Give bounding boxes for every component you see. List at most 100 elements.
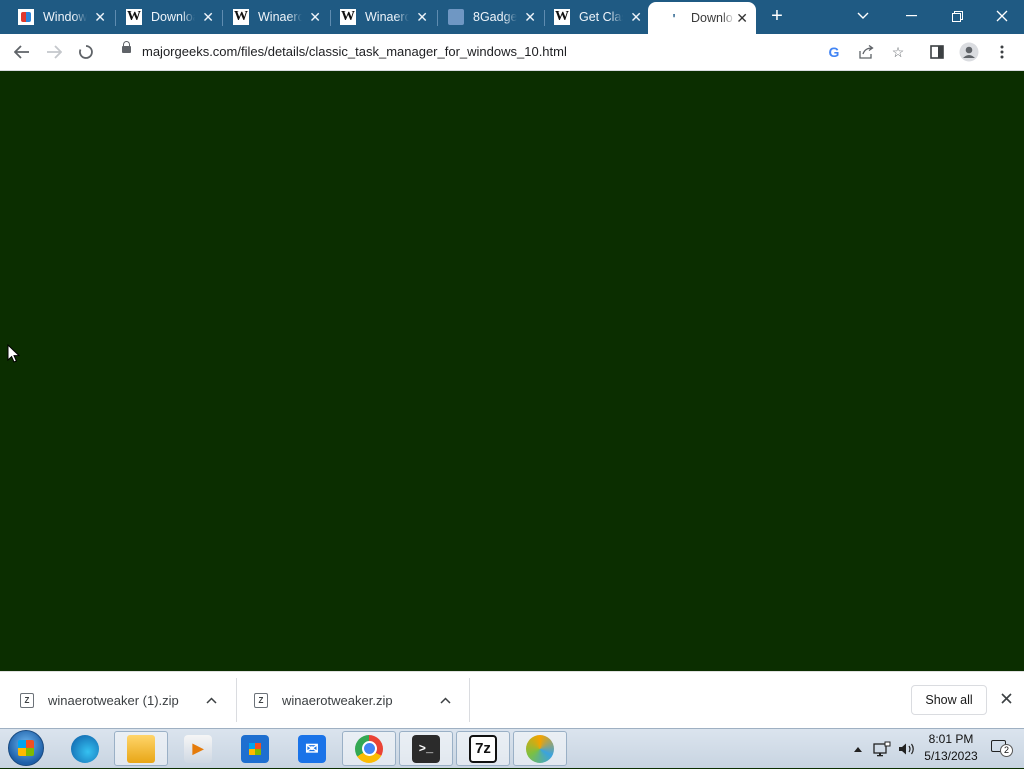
- stop-loading-button[interactable]: [74, 41, 98, 63]
- close-window-button[interactable]: [980, 0, 1024, 32]
- tab-search-button[interactable]: [848, 0, 878, 32]
- back-arrow-icon: [14, 45, 29, 59]
- winaero-w-icon: W: [126, 9, 142, 25]
- taskbar-app-edge[interactable]: [58, 731, 112, 766]
- show-hidden-icons-button[interactable]: [851, 729, 865, 769]
- tab-close-icon[interactable]: ✕: [309, 9, 321, 26]
- address-bar[interactable]: majorgeeks.com/files/details/classic_tas…: [108, 38, 916, 66]
- download-filename: winaerotweaker (1).zip: [48, 692, 179, 708]
- profile-avatar-icon: [959, 42, 979, 62]
- winaero-tweaker-icon: [526, 734, 554, 763]
- zip-file-icon: Z: [254, 692, 268, 708]
- taskbar-app-7zip[interactable]: 7z: [456, 731, 510, 766]
- browser-tab[interactable]: Windows ✕: [0, 2, 114, 32]
- minimize-icon: [905, 15, 917, 17]
- windows-taskbar: ▶ ✉ >_ 7z 8:01 PM 5/13/2023 2: [0, 728, 1024, 768]
- system-clock[interactable]: 8:01 PM 5/13/2023: [920, 731, 982, 765]
- triangle-up-icon: [854, 746, 862, 752]
- tab-close-icon[interactable]: ✕: [416, 9, 428, 26]
- taskbar-app-store[interactable]: [228, 731, 282, 766]
- clock-date: 5/13/2023: [924, 749, 978, 763]
- notification-count-badge: 2: [1000, 744, 1013, 757]
- tab-close-icon[interactable]: ✕: [202, 9, 214, 26]
- gadget-icon: [448, 9, 464, 25]
- zip-file-icon: Z: [20, 692, 34, 708]
- speaker-icon: [899, 743, 914, 755]
- taskbar-app-terminal[interactable]: >_: [399, 731, 453, 766]
- menu-button[interactable]: [990, 41, 1014, 63]
- taskbar-app-mail[interactable]: ✉: [285, 731, 339, 766]
- browser-tab[interactable]: W Download ✕: [108, 2, 222, 32]
- download-separator: [236, 678, 237, 722]
- mail-icon: ✉: [298, 734, 326, 763]
- restore-icon: [951, 10, 963, 22]
- share-icon[interactable]: [856, 42, 876, 62]
- taskbar-app-file-explorer[interactable]: [114, 731, 168, 766]
- tab-close-icon[interactable]: ✕: [736, 10, 748, 27]
- media-player-icon: ▶: [184, 734, 212, 763]
- loading-icon: ': [672, 10, 676, 26]
- tab-title: Get Classic: [579, 10, 623, 24]
- tab-title: Winaero: [258, 10, 302, 24]
- bookmark-star-icon[interactable]: ☆: [888, 42, 908, 62]
- network-tray-icon[interactable]: [872, 729, 892, 769]
- browser-toolbar: majorgeeks.com/files/details/classic_tas…: [0, 34, 1024, 71]
- back-button[interactable]: [10, 41, 34, 63]
- chrome-icon: [355, 734, 383, 763]
- clock-time: 8:01 PM: [928, 732, 974, 746]
- google-lens-icon[interactable]: G: [824, 42, 844, 62]
- loading-spinner-icon: [79, 45, 93, 59]
- lock-icon: [122, 41, 131, 53]
- folder-icon: [127, 734, 155, 763]
- windows-logo-icon: [18, 9, 34, 25]
- tab-close-icon[interactable]: ✕: [524, 9, 536, 26]
- browser-titlebar: Windows ✕ W Download ✕ W Winaero ✕ W Win…: [0, 0, 1024, 34]
- minimize-button[interactable]: [888, 0, 934, 32]
- forward-button[interactable]: [42, 41, 66, 63]
- download-item[interactable]: Z winaerotweaker.zip: [254, 680, 466, 720]
- download-item[interactable]: Z winaerotweaker (1).zip: [20, 680, 232, 720]
- url-text[interactable]: majorgeeks.com/files/details/classic_tas…: [142, 44, 567, 59]
- close-icon: [1000, 693, 1012, 704]
- tab-close-icon[interactable]: ✕: [94, 9, 106, 26]
- browser-tab-active[interactable]: ' Downlo ✕: [648, 2, 756, 34]
- download-filename: winaerotweaker.zip: [282, 692, 393, 708]
- profile-button[interactable]: [957, 41, 981, 63]
- side-panel-button[interactable]: [925, 41, 949, 63]
- notification-center-button[interactable]: 2: [991, 738, 1013, 758]
- tab-title: Download: [151, 10, 195, 24]
- kebab-menu-icon: [1000, 45, 1004, 59]
- side-panel-icon: [930, 45, 944, 59]
- tab-close-icon[interactable]: ✕: [630, 9, 642, 26]
- download-separator: [469, 678, 470, 722]
- close-icon: [996, 10, 1008, 22]
- store-icon: [241, 734, 269, 763]
- browser-tab[interactable]: W Get Classic ✕: [536, 2, 650, 32]
- page-content[interactable]: [0, 71, 1024, 671]
- tab-title: 8Gadget: [473, 10, 517, 24]
- browser-tab[interactable]: 8Gadget ✕: [430, 2, 544, 32]
- chevron-up-icon[interactable]: [206, 693, 217, 707]
- browser-tab[interactable]: W Winaero ✕: [322, 2, 436, 32]
- browser-tab[interactable]: W Winaero ✕: [215, 2, 329, 32]
- chevron-up-icon[interactable]: [440, 693, 451, 707]
- tab-title: Winaero: [365, 10, 409, 24]
- chevron-down-icon: [857, 12, 869, 19]
- taskbar-app-winaero-tweaker[interactable]: [513, 731, 567, 766]
- download-shelf: Z winaerotweaker (1).zip Z winaerotweake…: [0, 671, 1024, 728]
- taskbar-app-media-player[interactable]: ▶: [171, 731, 225, 766]
- terminal-icon: >_: [412, 734, 440, 763]
- network-icon: [873, 741, 891, 757]
- new-tab-button[interactable]: +: [766, 4, 788, 28]
- forward-arrow-icon: [47, 45, 62, 59]
- start-button[interactable]: [8, 730, 44, 766]
- winaero-w-icon: W: [554, 9, 570, 25]
- close-download-shelf-button[interactable]: [996, 690, 1016, 710]
- volume-tray-icon[interactable]: [897, 729, 917, 769]
- restore-button[interactable]: [934, 0, 980, 32]
- winaero-w-icon: W: [233, 9, 249, 25]
- edge-icon: [71, 734, 99, 763]
- 7zip-icon: 7z: [469, 734, 497, 763]
- taskbar-app-chrome[interactable]: [342, 731, 396, 766]
- show-all-downloads-button[interactable]: Show all: [911, 685, 987, 715]
